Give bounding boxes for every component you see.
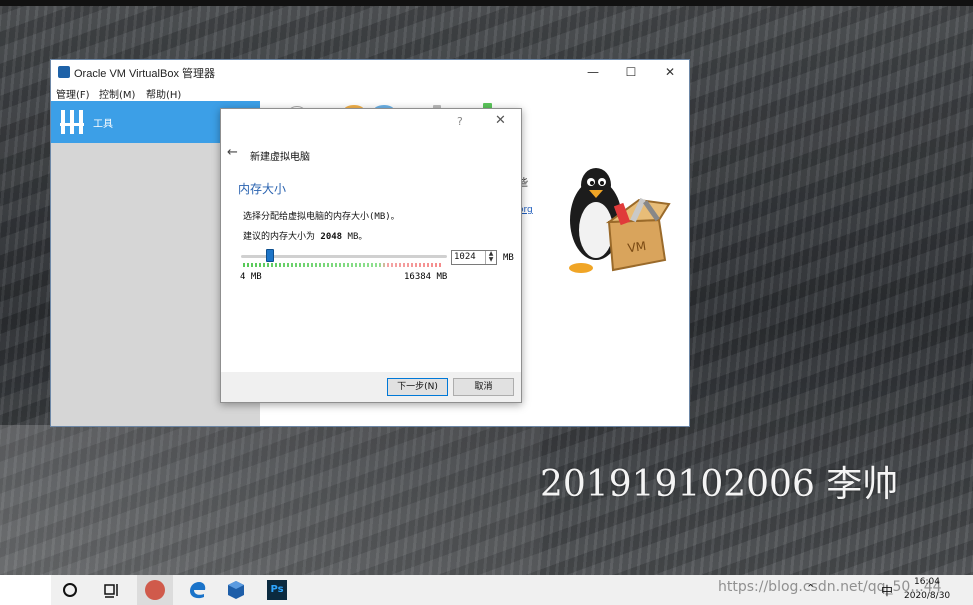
close-button[interactable]: ✕ bbox=[651, 62, 689, 82]
menu-bar: 管理(F) 控制(M) 帮助(H) bbox=[51, 84, 689, 101]
recommended-suffix: MB。 bbox=[342, 232, 368, 242]
browser-app-icon[interactable] bbox=[145, 580, 165, 600]
photoshop-icon[interactable]: Ps bbox=[267, 580, 287, 600]
top-strip bbox=[0, 0, 973, 6]
memory-size-value: 1024 bbox=[454, 252, 476, 262]
recommended-memory-text: 建议的内存大小为 2048 MB。 bbox=[243, 229, 367, 242]
window-title: Oracle VM VirtualBox 管理器 bbox=[74, 68, 216, 80]
memory-slider-scale bbox=[243, 263, 443, 267]
sidebar-item-label: 工具 bbox=[93, 119, 113, 130]
wallpaper-rock-highlight bbox=[0, 425, 540, 575]
taskbar: Ps https://blog.csdn.net/qq_50...44 ⌃ 中 … bbox=[0, 575, 973, 605]
dialog-close-button[interactable]: ✕ bbox=[495, 113, 506, 128]
svg-text:VM: VM bbox=[627, 239, 647, 255]
recommended-prefix: 建议的内存大小为 bbox=[243, 232, 321, 242]
tray-expand-icon[interactable]: ⌃ bbox=[806, 582, 815, 595]
new-vm-dialog: ? ✕ ← 新建虚拟电脑 内存大小 选择分配给虚拟电脑的内存大小(MB)。 建议… bbox=[220, 108, 522, 403]
memory-max-label: 16384 MB bbox=[404, 272, 448, 282]
memory-description: 选择分配给虚拟电脑的内存大小(MB)。 bbox=[243, 212, 400, 222]
clock-time[interactable]: 16:04 bbox=[914, 577, 940, 587]
memory-slider-handle[interactable] bbox=[266, 249, 274, 262]
cancel-button[interactable]: 取消 bbox=[453, 378, 514, 396]
clock-date[interactable]: 2020/8/30 bbox=[904, 591, 950, 601]
edge-icon[interactable] bbox=[187, 580, 207, 600]
help-button[interactable]: ? bbox=[457, 115, 463, 128]
spin-arrows-icon[interactable]: ▲ ▼ bbox=[485, 251, 496, 264]
minimize-button[interactable]: — bbox=[574, 62, 612, 82]
recommended-value: 2048 bbox=[320, 232, 343, 242]
virtualbox-logo-icon bbox=[58, 66, 70, 78]
menu-control[interactable]: 控制(M) bbox=[99, 86, 135, 101]
task-view-icon[interactable] bbox=[102, 580, 122, 600]
page-title: 内存大小 bbox=[238, 182, 287, 196]
dialog-caption: 新建虚拟电脑 bbox=[250, 152, 310, 163]
menu-help[interactable]: 帮助(H) bbox=[146, 86, 181, 101]
back-arrow-icon[interactable]: ← bbox=[227, 145, 238, 160]
cortana-icon[interactable] bbox=[63, 583, 77, 597]
memory-unit-label: MB bbox=[503, 253, 514, 263]
memory-size-spinbox[interactable]: 1024 ▲ ▼ bbox=[451, 250, 497, 265]
memory-min-label: 4 MB bbox=[240, 272, 262, 282]
input-method-indicator[interactable]: 中 bbox=[881, 582, 893, 599]
desktop-watermark-text: 201919102006 李帅 bbox=[540, 464, 899, 505]
tux-toolbox-mascot-icon: VM bbox=[569, 168, 671, 273]
virtualbox-icon[interactable] bbox=[226, 580, 246, 600]
tools-icon bbox=[60, 110, 84, 134]
title-bar[interactable]: Oracle VM VirtualBox 管理器 — ☐ ✕ bbox=[51, 60, 689, 84]
taskbar-search-box[interactable] bbox=[0, 575, 51, 605]
maximize-button[interactable]: ☐ bbox=[612, 62, 650, 82]
menu-manage[interactable]: 管理(F) bbox=[56, 86, 90, 101]
next-button[interactable]: 下一步(N) bbox=[387, 378, 448, 396]
